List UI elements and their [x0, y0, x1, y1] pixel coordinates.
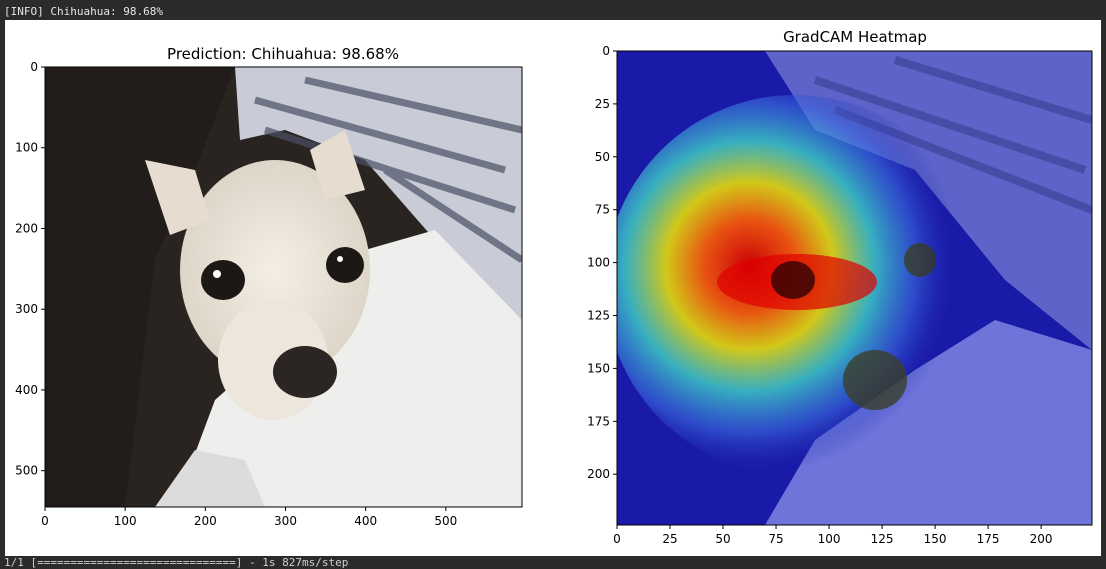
gradcam-heatmap [617, 51, 1092, 525]
prediction-y-ticks: 0 100 200 300 400 500 [15, 60, 45, 478]
gradcam-y-ticks: 0 25 50 75 100 125 150 175 200 [587, 44, 617, 481]
gradcam-x-tick-label: 150 [924, 532, 947, 546]
prediction-x-tick-label: 0 [41, 514, 49, 528]
prediction-y-tick-label: 300 [15, 302, 38, 316]
prediction-x-tick-label: 400 [354, 514, 377, 528]
prediction-axes: Prediction: Chihuahua: 98.68% 0 100 200 … [5, 20, 545, 556]
prediction-y-tick-label: 200 [15, 221, 38, 235]
dog-photo [45, 67, 522, 507]
gradcam-x-tick-label: 75 [768, 532, 783, 546]
prediction-x-tick-label: 300 [274, 514, 297, 528]
prediction-title: Prediction: Chihuahua: 98.68% [167, 45, 399, 63]
prediction-x-tick-label: 500 [434, 514, 457, 528]
console-output-bottom: 1/1 [==============================] - 1… [4, 556, 349, 569]
matplotlib-figure: Prediction: Chihuahua: 98.68% 0 100 200 … [5, 20, 1101, 556]
gradcam-y-tick-label: 200 [587, 467, 610, 481]
gradcam-title: GradCAM Heatmap [783, 28, 927, 46]
gradcam-y-tick-label: 125 [587, 309, 610, 323]
gradcam-x-tick-label: 25 [662, 532, 677, 546]
gradcam-x-tick-label: 125 [871, 532, 894, 546]
prediction-x-tick-label: 100 [114, 514, 137, 528]
gradcam-axes: GradCAM Heatmap 0 25 50 75 100 125 150 175 200 0… [565, 20, 1101, 556]
prediction-x-tick-label: 200 [194, 514, 217, 528]
gradcam-plot-svg: GradCAM Heatmap 0 25 50 75 100 125 150 175 200 0… [587, 28, 1093, 546]
prediction-plot-svg: Prediction: Chihuahua: 98.68% 0 100 200 … [15, 45, 523, 528]
gradcam-x-tick-label: 100 [818, 532, 841, 546]
gradcam-y-tick-label: 50 [595, 150, 610, 164]
gradcam-x-tick-label: 50 [715, 532, 730, 546]
prediction-y-tick-label: 100 [15, 141, 38, 155]
gradcam-x-tick-label: 175 [977, 532, 1000, 546]
gradcam-y-tick-label: 100 [587, 256, 610, 270]
console-output-top: [INFO] Chihuahua: 98.68% [4, 5, 163, 18]
prediction-y-tick-label: 400 [15, 383, 38, 397]
gradcam-y-tick-label: 150 [587, 361, 610, 375]
gradcam-x-tick-label: 200 [1030, 532, 1053, 546]
gradcam-x-ticks: 0 25 50 75 100 125 150 175 200 [613, 525, 1053, 546]
gradcam-y-tick-label: 75 [595, 203, 610, 217]
gradcam-y-tick-label: 25 [595, 97, 610, 111]
prediction-y-tick-label: 0 [30, 60, 38, 74]
gradcam-x-tick-label: 0 [613, 532, 621, 546]
prediction-y-tick-label: 500 [15, 464, 38, 478]
prediction-x-ticks: 0 100 200 300 400 500 [41, 507, 457, 528]
gradcam-y-tick-label: 0 [602, 44, 610, 58]
gradcam-y-tick-label: 175 [587, 414, 610, 428]
